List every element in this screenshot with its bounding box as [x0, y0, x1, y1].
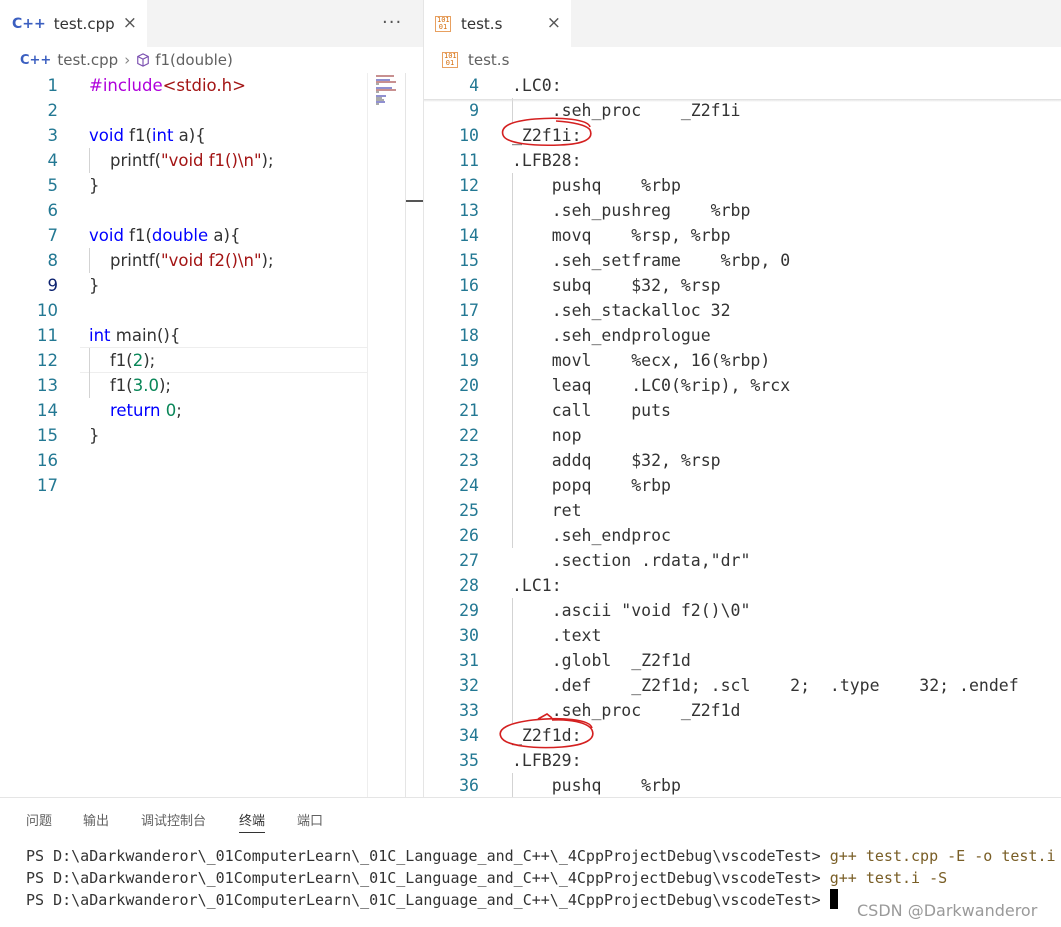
- code-line: 33 .seh_proc _Z2f1d: [459, 701, 741, 720]
- sticky-scroll-line[interactable]: 4 .LC0:: [424, 73, 1061, 98]
- code-line: 21 call puts: [459, 401, 671, 420]
- code-line: 9}: [47, 276, 100, 295]
- watermark: CSDN @Darkwanderor: [857, 901, 1038, 920]
- code-line: 7 void f1(double a){: [47, 226, 241, 245]
- right-editor-group: 101 01 test.s × 101 01 test.s 4 .LC0: 9 .…: [424, 0, 1061, 797]
- breadcrumb: C++ test.cpp › f1(double): [0, 47, 423, 73]
- code-line: 19 movl %ecx, 16(%rbp): [459, 351, 771, 370]
- close-icon[interactable]: ×: [547, 13, 561, 33]
- tab-output[interactable]: 输出: [83, 810, 109, 829]
- tab-title: test.cpp: [53, 14, 115, 33]
- code-line: 17: [37, 476, 58, 495]
- terminal-cursor: [829, 889, 838, 909]
- method-cube-icon: [137, 53, 150, 67]
- cursor-position-mark: [406, 200, 424, 202]
- more-actions-icon[interactable]: ···: [382, 12, 402, 33]
- bottom-panel: 问题 输出 调试控制台 终端 端口 PS D:\aDarkwanderor\_0…: [0, 797, 1061, 927]
- code-line: 24 popq %rbp: [459, 476, 671, 495]
- code-line: 29 .ascii "void f2()\0": [459, 601, 751, 620]
- code-line: 20 leaq .LC0(%rip), %rcx: [459, 376, 791, 395]
- code-line: 12 f1(2);: [37, 351, 156, 370]
- tab-problems[interactable]: 问题: [26, 810, 52, 829]
- code-line: 13 .seh_pushreg %rbp: [459, 201, 751, 220]
- chevron-right-icon: ›: [124, 51, 131, 69]
- code-line: 28 .LC1:: [459, 576, 562, 595]
- breadcrumb-symbol[interactable]: f1(double): [155, 51, 233, 69]
- minimap[interactable]: [367, 73, 405, 797]
- code-line: 22 nop: [459, 426, 582, 445]
- cpp-file-icon: C++: [12, 15, 46, 32]
- left-tab-bar: C++ test.cpp × ···: [0, 0, 423, 47]
- code-line: 26 .seh_endproc: [459, 526, 671, 545]
- code-line: 5}: [47, 176, 100, 195]
- overview-ruler[interactable]: [405, 73, 424, 797]
- code-line: 6: [47, 201, 59, 220]
- breadcrumb-file[interactable]: test.s: [468, 51, 509, 69]
- sticky-scroll-shadow: [424, 99, 1061, 102]
- code-line: 31 .globl _Z2f1d: [459, 651, 691, 670]
- tab-ports[interactable]: 端口: [297, 810, 323, 829]
- code-line: 35 .LFB29:: [459, 751, 582, 770]
- tab-test-s[interactable]: 101 01 test.s ×: [424, 0, 571, 47]
- code-line: 30 .text: [459, 626, 602, 645]
- code-line: 25 ret: [459, 501, 582, 520]
- code-line: 23 addq $32, %rsp: [459, 451, 721, 470]
- code-line: 1 #include<stdio.h>: [47, 76, 246, 95]
- terminal-line: PS D:\aDarkwanderor\_01ComputerLearn\_01…: [26, 847, 1056, 865]
- code-line: 16 subq $32, %rsp: [459, 276, 721, 295]
- code-line: 3 void f1(int a){: [47, 126, 206, 145]
- code-line: 10: [37, 301, 58, 320]
- code-line: 14 movq %rsp, %rbp: [459, 226, 731, 245]
- code-line: 12 pushq %rbp: [459, 176, 681, 195]
- tab-terminal[interactable]: 终端: [239, 810, 266, 833]
- code-line: 11 .LFB28:: [459, 151, 582, 170]
- code-line: 27 .section .rdata,"dr": [459, 551, 751, 570]
- code-editor-cpp[interactable]: 1 #include<stdio.h> 2 3 void f1(int a){ 4 …: [0, 73, 367, 797]
- code-line: 15}: [37, 426, 100, 445]
- code-line: 34 _Z2f1d:: [459, 726, 582, 745]
- code-line: 11 int main(){: [37, 326, 181, 345]
- terminal-line: PS D:\aDarkwanderor\_01ComputerLearn\_01…: [26, 869, 948, 887]
- right-tab-bar: 101 01 test.s ×: [424, 0, 1061, 47]
- asm-file-icon: 101 01: [442, 52, 458, 68]
- code-line: 13 f1(3.0);: [37, 376, 171, 395]
- code-line: 18 .seh_endprologue: [459, 326, 711, 345]
- code-line: 17 .seh_stackalloc 32: [459, 301, 731, 320]
- code-line: 14 return 0;: [37, 401, 182, 420]
- code-line: 2: [47, 101, 59, 120]
- breadcrumb-file[interactable]: test.cpp: [57, 51, 118, 69]
- left-editor-group: C++ test.cpp × ··· C++ test.cpp › f1(dou…: [0, 0, 424, 797]
- cpp-file-icon: C++: [20, 52, 52, 68]
- code-line: 15 .seh_setframe %rbp, 0: [459, 251, 791, 270]
- tab-title: test.s: [461, 14, 503, 33]
- code-line: 32 .def _Z2f1d; .scl 2; .type 32; .endef: [459, 676, 1019, 695]
- code-line: 4 printf("void f1()\n");: [47, 151, 274, 170]
- close-icon[interactable]: ×: [123, 13, 137, 33]
- tab-debug-console[interactable]: 调试控制台: [141, 810, 206, 829]
- panel-tab-bar: 问题 输出 调试控制台 终端 端口: [0, 798, 1061, 838]
- code-line: 8 printf("void f2()\n");: [47, 251, 274, 270]
- asm-file-icon: 101 01: [435, 15, 451, 32]
- code-line: 10 _Z2f1i:: [459, 126, 582, 145]
- code-line: 16: [37, 451, 58, 470]
- tab-test-cpp[interactable]: C++ test.cpp ×: [0, 0, 147, 47]
- breadcrumb: 101 01 test.s: [424, 47, 1061, 73]
- code-editor-asm[interactable]: 4 .LC0: 9 .seh_proc _Z2f1i 10 _Z2f1i: 11 .L…: [424, 73, 1061, 797]
- code-line: 36 pushq %rbp: [459, 776, 681, 795]
